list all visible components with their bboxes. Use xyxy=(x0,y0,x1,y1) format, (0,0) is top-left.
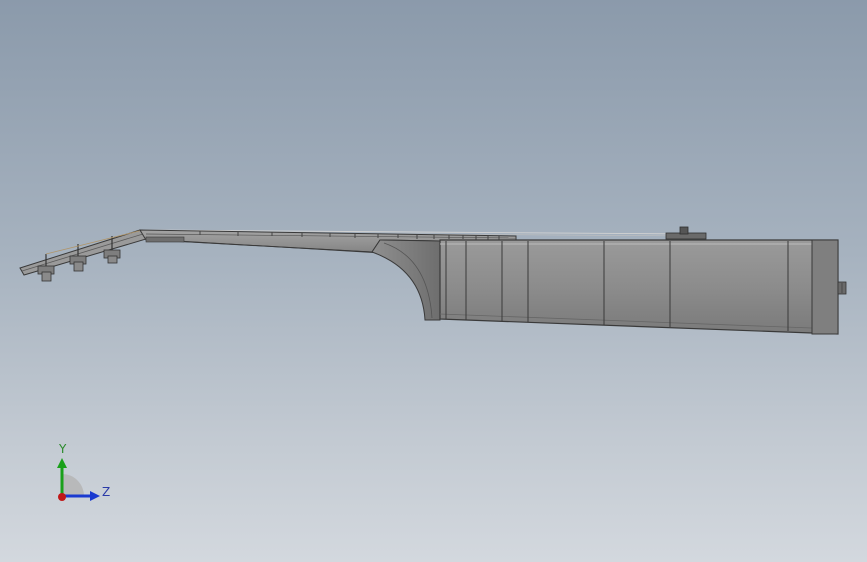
headstock[interactable] xyxy=(19,229,147,282)
neck-heel[interactable] xyxy=(371,239,441,321)
graphics-viewport[interactable]: Y Z xyxy=(0,0,867,562)
view-orientation-triad: Y Z xyxy=(40,440,130,520)
y-axis-label: Y xyxy=(59,442,67,456)
guitar-body[interactable] xyxy=(439,239,847,335)
triad-graphic xyxy=(57,458,100,501)
z-axis-label: Z xyxy=(102,485,111,499)
guitar-model[interactable] xyxy=(0,0,867,562)
x-axis-dot xyxy=(58,493,66,501)
bridge[interactable] xyxy=(665,226,707,240)
